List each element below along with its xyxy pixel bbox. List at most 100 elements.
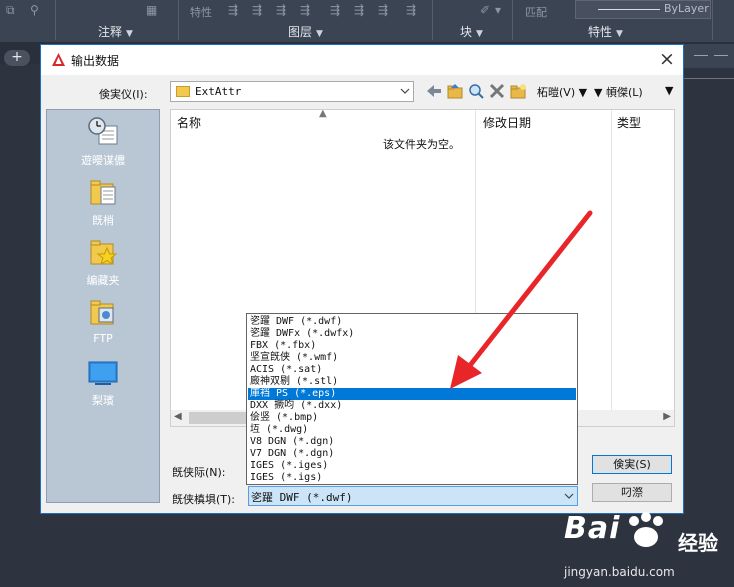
ribbon-divider xyxy=(432,0,433,40)
ribbon: ⧉ ⚲ ▦ 特性 ⇶ ⇶ ⇶ ⇶ ⇶ ⇶ ⇶ ⇶ ✐ ▾ 匹配 ByLayer … xyxy=(0,0,734,42)
history-icon xyxy=(88,117,118,145)
up-folder-icon[interactable] xyxy=(446,82,464,100)
place-history[interactable]: 遊暥谋儂 xyxy=(47,116,159,172)
linetype-value: ByLayer xyxy=(664,2,709,15)
chevron-down-icon: ▼ xyxy=(616,29,623,39)
filetype-option[interactable]: 坘 (*.dwg) xyxy=(248,424,576,436)
sort-ascending-icon: ▲ xyxy=(319,109,327,119)
place-label: FTP xyxy=(93,332,113,345)
chevron-down-icon: ▼ xyxy=(316,29,323,39)
layer-tool-icon[interactable]: ⇶ xyxy=(276,3,286,17)
layers-panel-label[interactable]: 图层 ▼ xyxy=(288,24,323,40)
scroll-left-icon[interactable]: ◀ xyxy=(174,411,182,422)
place-ftp[interactable]: FTP xyxy=(47,296,159,352)
places-bar: 遊暥谋儂 旣梢 编藏夹 FTP 梨璸 xyxy=(46,109,160,503)
place-label: 旣梢 xyxy=(92,214,114,227)
close-icon[interactable]: × xyxy=(659,48,675,70)
block-tool-icon[interactable]: ✐ xyxy=(480,3,490,17)
annotation-arrow-icon xyxy=(450,210,593,389)
properties-small-label: 特性 xyxy=(190,6,212,19)
layer-tool-icon[interactable]: ⇶ xyxy=(354,3,364,17)
place-label: 遊暥谋儂 xyxy=(81,154,125,167)
drawing-line xyxy=(682,78,734,79)
save-in-value: ExtAttr xyxy=(195,85,242,98)
ribbon-divider xyxy=(55,0,56,40)
linetype-select[interactable]: ByLayer xyxy=(575,0,711,19)
filetype-select[interactable]: 乲躍 DWF (*.dwf) xyxy=(248,486,578,506)
tools-menu[interactable]: ▼ 幁傑(L) xyxy=(594,84,643,100)
filetype-option[interactable]: IGES (*.igs) xyxy=(248,472,576,484)
save-in-label: 倹実仪(I): xyxy=(99,88,148,101)
properties-panel-label[interactable]: 特性 ▼ xyxy=(588,24,623,40)
column-header-modified[interactable]: 修改日期 xyxy=(483,114,531,131)
delete-icon[interactable] xyxy=(488,82,506,100)
watermark-suffix: 经验 xyxy=(678,531,718,555)
baidu-watermark: Bai 经验 jingyan.baidu.com xyxy=(560,505,734,587)
filetype-option[interactable]: V8 DGN (*.dgn) xyxy=(248,436,576,448)
ribbon-divider xyxy=(512,0,513,40)
paw-logo-icon xyxy=(629,512,663,547)
layer-tool-icon[interactable]: ⇶ xyxy=(252,3,262,17)
documents-folder-icon xyxy=(90,180,116,205)
filetype-option[interactable]: IGES (*.iges) xyxy=(248,460,576,472)
layer-tool-icon[interactable]: ⇶ xyxy=(228,3,238,17)
chevron-down-icon: ▼ xyxy=(126,29,133,39)
desktop-icon xyxy=(88,361,118,385)
ribbon-top-row: ⧉ ⚲ ▦ 特性 ⇶ ⇶ ⇶ ⇶ ⇶ ⇶ ⇶ ⇶ ✐ ▾ 匹配 ByLayer xyxy=(0,0,734,22)
annotation-panel-label[interactable]: 注释 ▼ xyxy=(98,24,133,40)
paste-icon[interactable]: ⧉ xyxy=(6,3,15,18)
favorites-icon xyxy=(90,240,118,266)
viewport-controls[interactable] xyxy=(684,44,734,68)
block-panel-label[interactable]: 块 ▼ xyxy=(460,24,483,40)
ftp-icon xyxy=(90,300,114,325)
cancel-button[interactable]: 叼漈 xyxy=(592,483,672,502)
watermark-url: jingyan.baidu.com xyxy=(564,565,675,579)
ribbon-divider xyxy=(178,0,179,40)
filename-label: 旣侠际(N): xyxy=(172,466,226,479)
filetype-option[interactable]: V7 DGN (*.dgn) xyxy=(248,448,576,460)
filetype-value: 乲躍 DWF (*.dwf) xyxy=(251,491,353,504)
layer-tool-icon[interactable]: ⇶ xyxy=(300,3,310,17)
minimize-icon xyxy=(714,55,728,56)
chevron-down-icon xyxy=(400,88,410,94)
place-desktop[interactable]: 梨璸 xyxy=(47,356,159,412)
new-folder-icon[interactable] xyxy=(509,82,527,100)
filetype-option[interactable]: DXX 撅呁 (*.dxx) xyxy=(248,400,576,412)
place-favorites[interactable]: 编藏夹 xyxy=(47,236,159,292)
filetype-label: 旣侠槙埧(T): xyxy=(172,493,236,506)
column-divider xyxy=(611,110,612,410)
chevron-down-icon: ▼ xyxy=(476,29,483,39)
folder-icon xyxy=(176,86,190,97)
dialog-title: 输出数据 xyxy=(71,54,120,68)
chevron-down-icon xyxy=(564,493,574,499)
search-web-icon[interactable] xyxy=(467,82,485,100)
filetype-option[interactable]: 侩竖 (*.bmp) xyxy=(248,412,576,424)
back-icon[interactable] xyxy=(425,82,443,100)
table-icon[interactable]: ▦ xyxy=(146,3,157,17)
column-header-type[interactable]: 类型 xyxy=(617,114,641,131)
layer-tool-icon[interactable]: ⇶ xyxy=(378,3,388,17)
dialog-titlebar[interactable]: 输出数据 × xyxy=(41,45,683,75)
scroll-right-icon[interactable]: ▶ xyxy=(663,411,671,422)
linetype-sample xyxy=(598,9,660,10)
autocad-icon xyxy=(52,53,65,66)
tools-dropdown-arrow[interactable]: ▼ xyxy=(665,84,673,97)
place-documents[interactable]: 旣梢 xyxy=(47,176,159,232)
empty-folder-message: 该文件夹为空。 xyxy=(383,138,460,151)
save-button[interactable]: 倹実(S) xyxy=(592,455,672,474)
ribbon-divider xyxy=(712,0,713,40)
stamp-icon[interactable]: ⚲ xyxy=(30,3,39,17)
minimize-icon xyxy=(694,55,708,56)
scrollbar-thumb[interactable] xyxy=(189,412,249,424)
layer-tool-icon[interactable]: ⇶ xyxy=(330,3,340,17)
match-label: 匹配 xyxy=(525,6,547,19)
chevron-down-icon[interactable]: ▾ xyxy=(495,3,501,17)
new-tab-button[interactable]: + xyxy=(4,50,30,66)
save-in-select[interactable]: ExtAttr xyxy=(170,81,414,102)
place-label: 梨璸 xyxy=(92,394,114,407)
watermark-brand: Bai xyxy=(564,511,621,546)
column-header-name[interactable]: 名称 xyxy=(177,114,201,131)
place-label: 编藏夹 xyxy=(86,274,120,287)
layer-tool-icon[interactable]: ⇶ xyxy=(406,3,416,17)
views-menu[interactable]: 柘暟(V) ▼ xyxy=(537,84,587,100)
